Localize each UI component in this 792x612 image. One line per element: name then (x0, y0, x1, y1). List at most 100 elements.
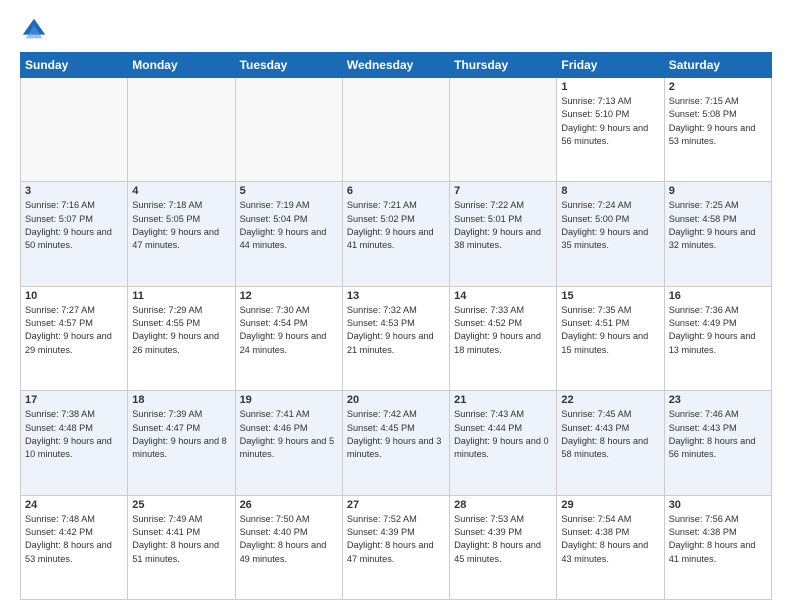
day-cell-1: 1 Sunrise: 7:13 AM Sunset: 5:10 PM Daylig… (557, 78, 664, 182)
day-cell-19: 19 Sunrise: 7:41 AM Sunset: 4:46 PM Dayli… (235, 391, 342, 495)
day-cell-11: 11 Sunrise: 7:29 AM Sunset: 4:55 PM Dayli… (128, 286, 235, 390)
day-cell-24: 24 Sunrise: 7:48 AM Sunset: 4:42 PM Dayli… (21, 495, 128, 599)
day-cell-12: 12Sunrise: 7:30 AM Sunset: 4:54 PM Dayli… (235, 286, 342, 390)
day-cell-17: 17 Sunrise: 7:38 AM Sunset: 4:48 PM Dayli… (21, 391, 128, 495)
day-info: Sunrise: 7:33 AM Sunset: 4:52 PM Dayligh… (454, 304, 552, 357)
day-info: Sunrise: 7:30 AM Sunset: 4:54 PM Dayligh… (240, 304, 338, 357)
day-info: Sunrise: 7:54 AM Sunset: 4:38 PM Dayligh… (561, 513, 659, 566)
day-cell-22: 22Sunrise: 7:45 AM Sunset: 4:43 PM Dayli… (557, 391, 664, 495)
day-cell-26: 26 Sunrise: 7:50 AM Sunset: 4:40 PM Dayli… (235, 495, 342, 599)
day-number: 24 (25, 499, 123, 511)
day-number: 23 (669, 394, 767, 406)
day-cell-9: 9 Sunrise: 7:25 AM Sunset: 4:58 PM Daylig… (664, 182, 771, 286)
day-cell-6: 6 Sunrise: 7:21 AM Sunset: 5:02 PM Daylig… (342, 182, 449, 286)
day-info: Sunrise: 7:38 AM Sunset: 4:48 PM Dayligh… (25, 408, 123, 461)
day-info: Sunrise: 7:32 AM Sunset: 4:53 PM Dayligh… (347, 304, 445, 357)
day-number: 27 (347, 499, 445, 511)
day-info: Sunrise: 7:18 AM Sunset: 5:05 PM Dayligh… (132, 199, 230, 252)
day-cell-28: 28 Sunrise: 7:53 AM Sunset: 4:39 PM Dayli… (450, 495, 557, 599)
day-number: 9 (669, 185, 767, 197)
day-cell-14: 14 Sunrise: 7:33 AM Sunset: 4:52 PM Dayli… (450, 286, 557, 390)
day-cell-13: 13Sunrise: 7:32 AM Sunset: 4:53 PM Dayli… (342, 286, 449, 390)
day-number: 6 (347, 185, 445, 197)
day-number: 15 (561, 290, 659, 302)
day-cell-23: 23 Sunrise: 7:46 AM Sunset: 4:43 PM Dayli… (664, 391, 771, 495)
weekday-header-monday: Monday (128, 53, 235, 78)
day-cell-27: 27 Sunrise: 7:52 AM Sunset: 4:39 PM Dayli… (342, 495, 449, 599)
day-info: Sunrise: 7:39 AM Sunset: 4:47 PM Dayligh… (132, 408, 230, 461)
day-info: Sunrise: 7:48 AM Sunset: 4:42 PM Dayligh… (25, 513, 123, 566)
day-info: Sunrise: 7:42 AM Sunset: 4:45 PM Dayligh… (347, 408, 445, 461)
day-info: Sunrise: 7:43 AM Sunset: 4:44 PM Dayligh… (454, 408, 552, 461)
day-info: Sunrise: 7:21 AM Sunset: 5:02 PM Dayligh… (347, 199, 445, 252)
day-cell-2: 2Sunrise: 7:15 AM Sunset: 5:08 PM Daylig… (664, 78, 771, 182)
day-number: 26 (240, 499, 338, 511)
week-row-4: 24 Sunrise: 7:48 AM Sunset: 4:42 PM Dayli… (21, 495, 772, 599)
day-info: Sunrise: 7:50 AM Sunset: 4:40 PM Dayligh… (240, 513, 338, 566)
day-number: 1 (561, 81, 659, 93)
day-cell-16: 16Sunrise: 7:36 AM Sunset: 4:49 PM Dayli… (664, 286, 771, 390)
weekday-header-sunday: Sunday (21, 53, 128, 78)
day-info: Sunrise: 7:22 AM Sunset: 5:01 PM Dayligh… (454, 199, 552, 252)
day-cell-29: 29 Sunrise: 7:54 AM Sunset: 4:38 PM Dayli… (557, 495, 664, 599)
day-cell-8: 8 Sunrise: 7:24 AM Sunset: 5:00 PM Daylig… (557, 182, 664, 286)
week-row-3: 17 Sunrise: 7:38 AM Sunset: 4:48 PM Dayli… (21, 391, 772, 495)
logo (20, 16, 52, 44)
weekday-header-saturday: Saturday (664, 53, 771, 78)
day-number: 30 (669, 499, 767, 511)
day-number: 19 (240, 394, 338, 406)
day-info: Sunrise: 7:46 AM Sunset: 4:43 PM Dayligh… (669, 408, 767, 461)
day-cell-10: 10 Sunrise: 7:27 AM Sunset: 4:57 PM Dayli… (21, 286, 128, 390)
day-info: Sunrise: 7:19 AM Sunset: 5:04 PM Dayligh… (240, 199, 338, 252)
empty-cell (450, 78, 557, 182)
day-number: 7 (454, 185, 552, 197)
day-cell-25: 25 Sunrise: 7:49 AM Sunset: 4:41 PM Dayli… (128, 495, 235, 599)
week-row-0: 1 Sunrise: 7:13 AM Sunset: 5:10 PM Daylig… (21, 78, 772, 182)
day-cell-18: 18 Sunrise: 7:39 AM Sunset: 4:47 PM Dayli… (128, 391, 235, 495)
day-info: Sunrise: 7:49 AM Sunset: 4:41 PM Dayligh… (132, 513, 230, 566)
day-number: 29 (561, 499, 659, 511)
day-info: Sunrise: 7:53 AM Sunset: 4:39 PM Dayligh… (454, 513, 552, 566)
day-number: 3 (25, 185, 123, 197)
day-number: 5 (240, 185, 338, 197)
weekday-header-friday: Friday (557, 53, 664, 78)
day-info: Sunrise: 7:29 AM Sunset: 4:55 PM Dayligh… (132, 304, 230, 357)
day-number: 25 (132, 499, 230, 511)
week-row-2: 10 Sunrise: 7:27 AM Sunset: 4:57 PM Dayli… (21, 286, 772, 390)
day-info: Sunrise: 7:52 AM Sunset: 4:39 PM Dayligh… (347, 513, 445, 566)
weekday-header-row: SundayMondayTuesdayWednesdayThursdayFrid… (21, 53, 772, 78)
day-cell-3: 3 Sunrise: 7:16 AM Sunset: 5:07 PM Daylig… (21, 182, 128, 286)
day-info: Sunrise: 7:41 AM Sunset: 4:46 PM Dayligh… (240, 408, 338, 461)
day-info: Sunrise: 7:56 AM Sunset: 4:38 PM Dayligh… (669, 513, 767, 566)
day-number: 11 (132, 290, 230, 302)
day-number: 14 (454, 290, 552, 302)
day-number: 8 (561, 185, 659, 197)
day-number: 28 (454, 499, 552, 511)
day-info: Sunrise: 7:24 AM Sunset: 5:00 PM Dayligh… (561, 199, 659, 252)
empty-cell (235, 78, 342, 182)
day-info: Sunrise: 7:13 AM Sunset: 5:10 PM Dayligh… (561, 95, 659, 148)
day-info: Sunrise: 7:36 AM Sunset: 4:49 PM Dayligh… (669, 304, 767, 357)
calendar: SundayMondayTuesdayWednesdayThursdayFrid… (20, 52, 772, 600)
day-info: Sunrise: 7:27 AM Sunset: 4:57 PM Dayligh… (25, 304, 123, 357)
day-info: Sunrise: 7:25 AM Sunset: 4:58 PM Dayligh… (669, 199, 767, 252)
day-number: 18 (132, 394, 230, 406)
day-cell-15: 15Sunrise: 7:35 AM Sunset: 4:51 PM Dayli… (557, 286, 664, 390)
header (20, 16, 772, 44)
day-number: 4 (132, 185, 230, 197)
weekday-header-thursday: Thursday (450, 53, 557, 78)
page: SundayMondayTuesdayWednesdayThursdayFrid… (0, 0, 792, 612)
day-cell-5: 5 Sunrise: 7:19 AM Sunset: 5:04 PM Daylig… (235, 182, 342, 286)
empty-cell (128, 78, 235, 182)
day-number: 10 (25, 290, 123, 302)
day-cell-4: 4 Sunrise: 7:18 AM Sunset: 5:05 PM Daylig… (128, 182, 235, 286)
empty-cell (342, 78, 449, 182)
day-cell-7: 7 Sunrise: 7:22 AM Sunset: 5:01 PM Daylig… (450, 182, 557, 286)
day-cell-20: 20 Sunrise: 7:42 AM Sunset: 4:45 PM Dayli… (342, 391, 449, 495)
day-info: Sunrise: 7:15 AM Sunset: 5:08 PM Dayligh… (669, 95, 767, 148)
day-number: 20 (347, 394, 445, 406)
empty-cell (21, 78, 128, 182)
day-number: 17 (25, 394, 123, 406)
day-cell-30: 30 Sunrise: 7:56 AM Sunset: 4:38 PM Dayli… (664, 495, 771, 599)
day-info: Sunrise: 7:16 AM Sunset: 5:07 PM Dayligh… (25, 199, 123, 252)
